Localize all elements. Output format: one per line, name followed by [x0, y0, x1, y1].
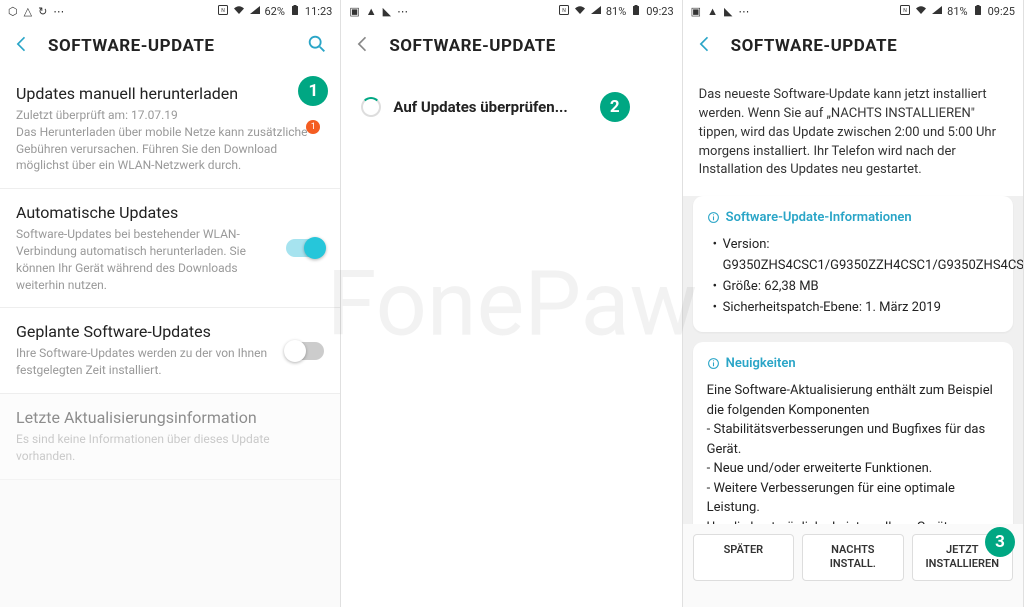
warning-icon: ▲: [707, 5, 718, 18]
item-title: Automatische Updates: [16, 203, 274, 222]
item-description: Ihre Software-Updates werden zu der von …: [16, 345, 274, 379]
wifi-icon: [574, 4, 586, 19]
item-title: Letzte Aktualisierungsinformation: [16, 408, 324, 427]
action-buttons: SPÄTER NACHTS INSTALL. JETZT INSTALLIERE…: [683, 524, 1023, 591]
warning-icon: ▲: [366, 5, 377, 18]
auto-updates-item[interactable]: Automatische Updates Software-Updates be…: [0, 189, 340, 308]
clock-text: 11:23: [305, 5, 332, 18]
phone-screen-1: ⬡ △ ↻ ⋯ N 62% 11:23 SOFTWARE-UPDATE Upda…: [0, 0, 341, 607]
more-icon: ⋯: [738, 5, 749, 18]
svg-text:N: N: [903, 8, 907, 14]
signal-icon: [249, 4, 261, 19]
back-button[interactable]: [695, 34, 715, 58]
item-description: Es sind keine Informationen über dieses …: [16, 431, 324, 465]
item-description: Software-Updates bei bestehender WLAN-Ve…: [16, 226, 274, 293]
news-card: Neuigkeiten Eine Software-Aktualisierung…: [693, 342, 1013, 524]
update-intro: Das neueste Software-Update kann jetzt i…: [683, 70, 1023, 196]
nfc-icon: N: [217, 4, 229, 19]
later-button[interactable]: SPÄTER: [693, 534, 794, 581]
news-header: Neuigkeiten: [707, 356, 999, 371]
item-subtitle: Zuletzt überprüft am: 17.07.19: [16, 107, 324, 124]
more-icon: ⋯: [397, 5, 408, 18]
battery-pct: 81%: [606, 5, 626, 18]
phone-screen-2: ▣ ▲ ◣ ⋯ N 81% 09:23 SOFTWARE-UPDATE Auf …: [341, 0, 682, 607]
signal-icon: [590, 4, 602, 19]
page-title: SOFTWARE-UPDATE: [48, 36, 214, 56]
item-title: Updates manuell herunterladen: [16, 84, 324, 103]
svg-text:N: N: [221, 8, 225, 14]
checking-text: Auf Updates überprüfen...: [393, 98, 567, 116]
news-body-text: Eine Software-Aktualisierung enthält zum…: [707, 381, 999, 524]
phone-screen-3: ▣ ▲ ◣ ⋯ N 81% 09:25 SOFTWARE-UPDATE Das …: [683, 0, 1024, 607]
wifi-icon: [233, 4, 245, 19]
app-header: SOFTWARE-UPDATE: [341, 22, 681, 70]
size-text: Größe: 62,38 MB: [713, 277, 999, 298]
svg-text:N: N: [562, 8, 566, 14]
info-icon: [707, 357, 720, 370]
app-header: SOFTWARE-UPDATE: [0, 22, 340, 70]
more-icon: ⋯: [53, 5, 64, 18]
battery-pct: 62%: [265, 5, 285, 18]
page-title: SOFTWARE-UPDATE: [731, 36, 897, 56]
last-update-info-item: Letzte Aktualisierungsinformation Es sin…: [0, 394, 340, 480]
install-night-button[interactable]: NACHTS INSTALL.: [802, 534, 903, 581]
intro-text: Das neueste Software-Update kann jetzt i…: [699, 86, 1007, 180]
version-text: Version: G9350ZHS4CSC1/G9350ZZH4CSC1/G93…: [713, 235, 999, 277]
sync-icon: ↻: [38, 5, 47, 18]
nfc-icon: N: [899, 4, 911, 19]
info-header-text: Software-Update-Informationen: [726, 210, 912, 225]
step-badge-3: 3: [985, 527, 1015, 557]
fingerprint-icon: ⬡: [8, 5, 18, 18]
update-info-card: Software-Update-Informationen Version: G…: [693, 196, 1013, 332]
app-header: SOFTWARE-UPDATE: [683, 22, 1023, 70]
flag-icon: ◣: [383, 5, 391, 18]
battery-icon: [630, 4, 642, 19]
image-icon: ▣: [349, 5, 359, 18]
patch-text: Sicherheitspatch-Ebene: 1. März 2019: [713, 298, 999, 319]
status-bar: ⬡ △ ↻ ⋯ N 62% 11:23: [0, 0, 340, 22]
clock-text: 09:23: [646, 5, 673, 18]
alarm-icon: △: [24, 5, 32, 18]
flag-icon: ◣: [724, 5, 732, 18]
auto-updates-toggle[interactable]: [286, 239, 324, 257]
scheduled-updates-toggle[interactable]: [286, 342, 324, 360]
info-header: Software-Update-Informationen: [707, 210, 999, 225]
page-title: SOFTWARE-UPDATE: [389, 36, 555, 56]
settings-list: Updates manuell herunterladen Zuletzt üb…: [0, 70, 340, 607]
item-title: Geplante Software-Updates: [16, 322, 274, 341]
battery-icon: [289, 4, 301, 19]
spinner-icon: [361, 97, 381, 117]
checking-screen: Auf Updates überprüfen... 2: [341, 70, 681, 607]
checking-row: Auf Updates überprüfen... 2: [341, 70, 681, 144]
item-description: Das Herunterladen über mobile Netze kann…: [16, 124, 324, 174]
clock-text: 09:25: [988, 5, 1015, 18]
image-icon: ▣: [691, 5, 701, 18]
info-icon: [707, 211, 720, 224]
wifi-icon: [915, 4, 927, 19]
news-header-text: Neuigkeiten: [726, 356, 796, 371]
back-button[interactable]: [353, 34, 373, 58]
scheduled-updates-item[interactable]: Geplante Software-Updates Ihre Software-…: [0, 308, 340, 394]
step-badge-2: 2: [600, 92, 630, 122]
signal-icon: [931, 4, 943, 19]
battery-pct: 81%: [947, 5, 967, 18]
battery-icon: [972, 4, 984, 19]
manual-download-item[interactable]: Updates manuell herunterladen Zuletzt üb…: [0, 70, 340, 189]
search-button[interactable]: [306, 33, 328, 59]
update-details: Das neueste Software-Update kann jetzt i…: [683, 70, 1023, 524]
status-bar: ▣ ▲ ◣ ⋯ N 81% 09:23: [341, 0, 681, 22]
status-bar: ▣ ▲ ◣ ⋯ N 81% 09:25: [683, 0, 1023, 22]
nfc-icon: N: [558, 4, 570, 19]
back-button[interactable]: [12, 34, 32, 58]
